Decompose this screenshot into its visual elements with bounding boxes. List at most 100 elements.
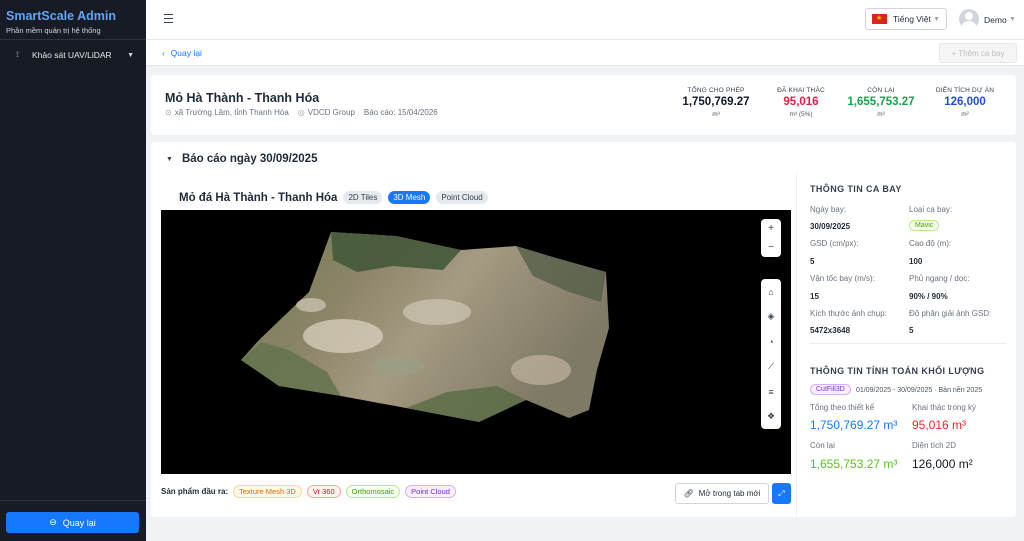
stat-value: 126,000 (944, 96, 986, 108)
app-logo[interactable]: SmartScale Admin Phần mềm quản trị hệ th… (6, 9, 116, 35)
viewer-header: Mỏ đá Hà Thành - Thanh Hóa 2D Tiles 3D M… (179, 191, 488, 204)
metric-label: Tổng theo thiết kế (810, 403, 875, 412)
drone-icon: ⟟ (16, 50, 19, 59)
report-card: ▼ Báo cáo ngày 30/09/2025 Mỏ đá Hà Thành… (151, 142, 1016, 517)
mine-summary-card: Mỏ Hà Thành - Thanh Hóa ⊙ xã Trường Lâm,… (151, 75, 1016, 135)
user-name[interactable]: Demo (984, 15, 1007, 25)
stat-unit: m³ (5%) (789, 111, 813, 118)
field-label: GSD (cm/px): (810, 239, 859, 248)
chevron-down-icon: ▼ (127, 51, 134, 59)
tab-3d-mesh[interactable]: 3D Mesh (388, 191, 431, 204)
sidebar: SmartScale Admin Phần mềm quản trị hệ th… (0, 0, 146, 541)
terrain-mesh (241, 232, 609, 422)
logout-icon: ⊖ (49, 517, 57, 527)
output-tag-orthomosaic[interactable]: Orthomosaic (345, 485, 401, 498)
field-value: 5 (909, 326, 914, 335)
sidebar-back-label: Quay lại (62, 517, 96, 528)
sidebar-back-button[interactable]: ⊖ Quay lại (6, 512, 139, 533)
open-new-tab-button[interactable]: 🔗︎ Mở trong tab mới (675, 483, 769, 504)
stat-label: Diện tích dự án (935, 87, 995, 94)
section-divider (810, 343, 1006, 344)
stat-mined: Đã khai thác 95,016 m³ (5%) (761, 87, 841, 118)
chevron-down-icon[interactable]: ▼ (1009, 16, 1016, 23)
stat-unit: m³ (712, 111, 720, 118)
layers-icon[interactable]: ◈ (761, 304, 781, 329)
output-tag-vr360[interactable]: Vr 360 (306, 485, 341, 498)
stat-value: 1,750,769.27 (682, 96, 750, 108)
company-icon: ◎ (297, 108, 305, 117)
field-value: 30/09/2025 (810, 222, 851, 231)
stat-label: Đã khai thác (777, 87, 825, 94)
stat-value: 1,655,753.27 (847, 96, 915, 108)
back-link[interactable]: ‹ Quay lại (162, 48, 202, 58)
output-tag-texture-mesh[interactable]: Texture Mesh 3D (233, 485, 302, 498)
sidebar-item-label: Khảo sát UAV/LiDAR (32, 50, 112, 60)
add-flight-button[interactable]: + Thêm ca bay (939, 43, 1017, 63)
field-value: 15 (810, 292, 819, 301)
tab-point-cloud[interactable]: Point Cloud (436, 191, 488, 204)
stat-unit: m² (961, 111, 969, 118)
field-label: Phủ ngang / dọc: (909, 274, 970, 283)
stat-total-allowed: Tổng cho phép 1,750,769.27 m³ (676, 87, 756, 118)
panel-divider (796, 173, 797, 517)
fullscreen-button[interactable]: ⤢ (772, 483, 791, 504)
viewer-toolbar: ⌂ ◈ ◔ ⟋ ≡ ❖ (761, 279, 781, 429)
metric-label: Diện tích 2D (912, 441, 957, 450)
mine-meta: ⊙ xã Trường Lâm, tỉnh Thanh Hóa ◎ VDCD G… (165, 108, 438, 117)
language-label: Tiếng Việt (893, 14, 931, 24)
metric-label: Còn lại (810, 441, 835, 450)
mine-location: xã Trường Lâm, tỉnh Thanh Hóa (174, 108, 289, 117)
field-value: 100 (909, 257, 923, 266)
stat-value: 95,016 (783, 96, 819, 108)
open-new-tab-label: Mở trong tab mới (698, 489, 761, 498)
viewer-title: Mỏ đá Hà Thành - Thanh Hóa (179, 191, 338, 204)
app-subtitle: Phần mềm quản trị hệ thống (6, 26, 101, 35)
home-icon[interactable]: ⌂ (761, 279, 781, 304)
stack-icon[interactable]: ❖ (761, 404, 781, 429)
report-collapse-header[interactable]: ▼ Báo cáo ngày 30/09/2025 (166, 153, 317, 165)
chevron-left-icon: ‹ (162, 48, 165, 58)
sidebar-item-uav-lidar[interactable]: ⟟ Khảo sát UAV/LiDAR ▼ (0, 46, 146, 64)
zoom-out-icon[interactable]: − (761, 238, 781, 257)
action-bar: ‹ Quay lại + Thêm ca bay (146, 40, 1024, 66)
output-tag-point-cloud[interactable]: Point Cloud (405, 485, 456, 498)
language-selector[interactable]: Tiếng Việt ▼ (865, 8, 947, 30)
report-heading: Báo cáo ngày 30/09/2025 (181, 153, 318, 165)
3d-mesh-viewer[interactable]: + − ⌂ ◈ ◔ ⟋ ≡ ❖ (161, 210, 791, 474)
stat-label: Tổng cho phép (687, 87, 745, 94)
zoom-controls: + − (761, 219, 781, 257)
mine-title: Mỏ Hà Thành - Thanh Hóa (165, 91, 320, 105)
list-icon[interactable]: ≡ (761, 379, 781, 404)
metric-value: 95,016 m³ (912, 418, 967, 432)
outputs-label: Sản phẩm đầu ra: (161, 487, 229, 496)
field-value: 90% / 90% (909, 292, 948, 301)
chevron-down-icon: ▼ (166, 155, 173, 163)
top-bar: Tiếng Việt ▼ Demo ▼ (146, 0, 1024, 40)
back-link-label: Quay lại (170, 48, 202, 58)
location-pin-icon: ⊙ (165, 108, 172, 117)
flight-type-badge: Mavic (909, 220, 940, 231)
vietnam-flag-icon (872, 14, 887, 24)
gauge-icon[interactable]: ◔ (761, 329, 781, 354)
field-label: Độ phân giải ảnh GSD: (909, 309, 992, 318)
flight-info-heading: THÔNG TIN CA BAY (810, 184, 902, 194)
field-label: Cao độ (m): (909, 239, 952, 248)
field-label: Kích thước ảnh chụp: (810, 309, 887, 318)
calc-range: 01/09/2025 - 30/09/2025 · Bản nền 2025 (856, 387, 983, 394)
avatar[interactable] (959, 9, 979, 29)
metric-value: 1,750,769.27 m³ (810, 418, 898, 432)
stat-remaining: Còn lại 1,655,753.27 m³ (841, 87, 921, 118)
menu-toggle-icon[interactable] (164, 14, 173, 23)
tab-2d-tiles[interactable]: 2D Tiles (343, 191, 383, 204)
metric-value: 126,000 m² (912, 457, 973, 471)
field-value: 5 (810, 257, 815, 266)
measure-icon[interactable]: ⟋ (761, 354, 781, 379)
stat-unit: m³ (877, 111, 885, 118)
mine-company: VDCD Group (307, 108, 355, 117)
field-label: Vận tốc bay (m/s): (810, 274, 875, 283)
zoom-in-icon[interactable]: + (761, 219, 781, 238)
stat-project-area: Diện tích dự án 126,000 m² (924, 87, 1006, 118)
sidebar-divider (0, 39, 146, 40)
stat-label: Còn lại (867, 87, 895, 94)
metric-label: Khai thác trong kỳ (912, 403, 977, 412)
